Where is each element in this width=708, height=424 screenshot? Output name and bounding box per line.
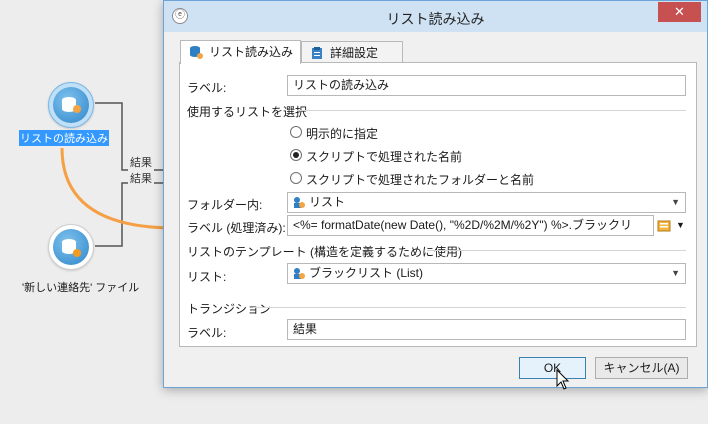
ok-button[interactable]: OK [519,357,586,379]
list-select[interactable]: ブラックリスト (List) ▼ [287,263,686,284]
list-read-node[interactable] [48,82,94,128]
label-caption: ラベル: [187,81,227,95]
close-button[interactable]: ✕ [658,2,701,22]
radio-explicit-label[interactable]: 明示的に指定 [306,125,378,142]
database-icon [62,97,81,113]
database-icon [62,239,81,257]
folder-list-icon [294,197,305,208]
radio-script-folder-label[interactable]: スクリプトで処理されたフォルダーと名前 [306,171,534,188]
node-label-new-contacts[interactable]: '新しい連絡先' ファイル [22,279,139,295]
chevron-down-icon: ▼ [671,197,680,207]
node-label-list-read[interactable]: リストの読み込み [19,130,109,146]
section-title-transition: トランジション [187,302,272,316]
list-value: ブラックリスト (List) [309,266,424,280]
list-caption: リスト: [187,270,227,284]
mouse-cursor-icon [556,369,570,390]
tab-list-read[interactable]: リスト読み込み [180,40,301,64]
radio-script-folder[interactable] [290,172,302,184]
folder-value: リスト [309,195,346,209]
radio-script-name-label[interactable]: スクリプトで処理された名前 [306,148,462,165]
expression-editor-icon[interactable] [657,219,671,233]
radio-script-name[interactable] [290,149,302,161]
chevron-down-icon: ▼ [671,268,680,278]
processed-label-input[interactable]: <%= formatDate(new Date(), "%2D/%2M/%2Y"… [287,215,654,236]
folder-select[interactable]: リスト ▼ [287,192,686,213]
tab-label: リスト読み込み [209,45,294,59]
transition-label[interactable]: 結果 [128,154,154,170]
divider [253,307,686,308]
database-icon [190,46,203,59]
tab-advanced-settings[interactable]: 詳細設定 [301,41,403,63]
chevron-down-icon[interactable]: ▼ [676,220,685,230]
transition-label-input[interactable]: 結果 [287,319,686,340]
processed-label-caption: ラベル (処理済み): [187,221,286,235]
radio-explicit[interactable] [290,126,302,138]
section-title-template: リストのテンプレート (構造を定義するために使用) [187,245,462,259]
label-input[interactable]: リストの読み込み [287,75,686,96]
transition-caption: ラベル: [187,326,227,340]
new-contacts-node[interactable] [48,224,94,270]
transition-label[interactable]: 結果 [128,170,154,186]
list-icon [294,268,305,279]
section-title-list: 使用するリストを選択 [187,105,308,119]
tab-label: 詳細設定 [330,46,379,60]
folder-caption: フォルダー内: [187,198,263,212]
divider [427,250,686,251]
dialog-titlebar[interactable]: ⓔ リスト読み込み ✕ [164,1,707,32]
clipboard-icon [312,47,322,59]
cancel-button[interactable]: キャンセル(A) [595,357,688,379]
dialog-title: リスト読み込み [386,11,485,27]
divider [297,110,686,111]
orange-arrow [60,147,176,230]
